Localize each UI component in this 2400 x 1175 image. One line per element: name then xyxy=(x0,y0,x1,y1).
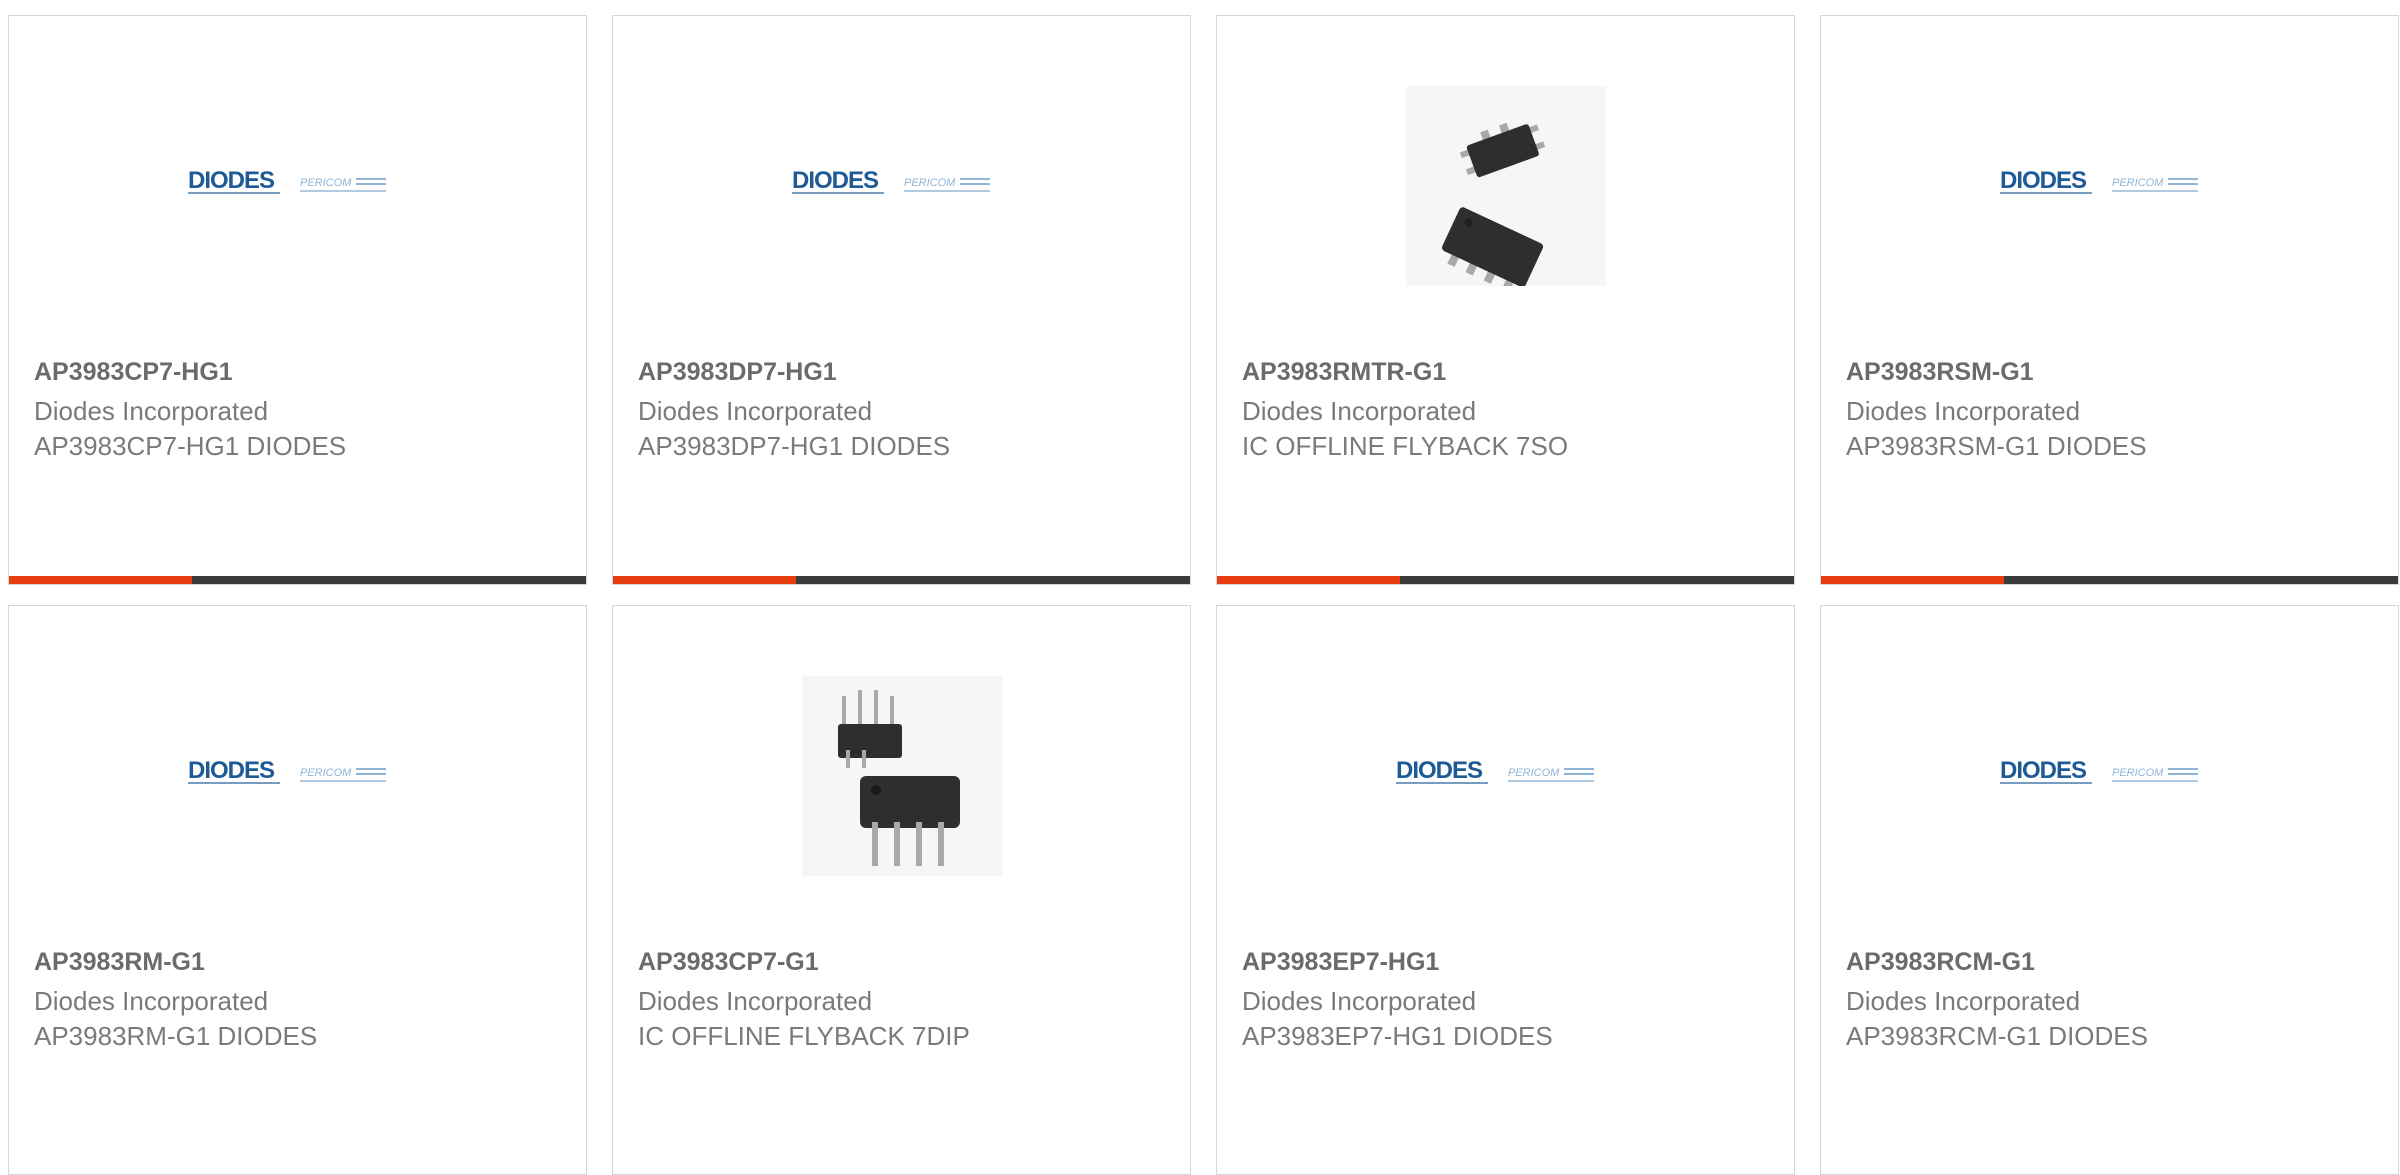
product-description: AP3983RCM-G1 DIODES xyxy=(1846,1021,2148,1051)
card-accent-bar-fill xyxy=(1821,576,2004,584)
product-image[interactable] xyxy=(1217,16,1794,356)
product-image[interactable]: DIODES PERICOM xyxy=(1821,606,2398,946)
product-card[interactable]: DIODES PERICOM AP3983DP7-HG1 Diodes Inco… xyxy=(612,15,1191,585)
part-number[interactable]: AP3983RSM-G1 xyxy=(1846,358,2034,387)
product-card[interactable]: DIODES PERICOM AP3983CP7-HG1 Diodes Inco… xyxy=(8,15,587,585)
manufacturer-name: Diodes Incorporated xyxy=(638,986,873,1016)
svg-text:PERICOM: PERICOM xyxy=(1508,767,1560,779)
card-accent-bar-fill xyxy=(613,576,796,584)
product-image[interactable] xyxy=(613,606,1190,946)
product-card[interactable]: AP3983CP7-G1 Diodes Incorporated IC OFFL… xyxy=(612,605,1191,1175)
product-description: AP3983RSM-G1 DIODES xyxy=(1846,431,2147,461)
product-description: AP3983CP7-HG1 DIODES xyxy=(34,431,347,461)
product-card[interactable]: AP3983RMTR-G1 Diodes Incorporated IC OFF… xyxy=(1216,15,1795,585)
product-description: AP3983RM-G1 DIODES xyxy=(34,1021,318,1051)
svg-text:PERICOM: PERICOM xyxy=(300,177,352,189)
diodes-logo-icon: DIODES PERICOM xyxy=(1999,757,2198,784)
manufacturer-name: Diodes Incorporated xyxy=(34,986,269,1016)
card-accent-bar-fill xyxy=(1217,576,1400,584)
product-card[interactable]: DIODES PERICOM AP3983EP7-HG1 Diodes Inco… xyxy=(1216,605,1795,1175)
svg-text:DIODES: DIODES xyxy=(188,167,275,194)
diodes-logo-icon: DIODES PERICOM xyxy=(187,167,386,194)
part-number[interactable]: AP3983RMTR-G1 xyxy=(1242,358,1446,387)
manufacturer-name: Diodes Incorporated xyxy=(1846,396,2081,426)
manufacturer-name: Diodes Incorporated xyxy=(34,396,269,426)
product-image[interactable]: DIODES PERICOM xyxy=(613,16,1190,356)
card-accent-bar xyxy=(613,576,1190,584)
svg-text:DIODES: DIODES xyxy=(2000,167,2087,194)
svg-text:DIODES: DIODES xyxy=(2000,757,2087,784)
product-card[interactable]: DIODES PERICOM AP3983RM-G1 Diodes Incorp… xyxy=(8,605,587,1175)
svg-text:DIODES: DIODES xyxy=(1396,757,1483,784)
svg-text:PERICOM: PERICOM xyxy=(904,177,956,189)
svg-text:DIODES: DIODES xyxy=(792,167,879,194)
product-description: IC OFFLINE FLYBACK 7DIP xyxy=(638,1021,970,1051)
diodes-logo-icon: DIODES PERICOM xyxy=(1999,167,2198,194)
product-image[interactable]: DIODES PERICOM xyxy=(1821,16,2398,356)
diodes-logo-icon: DIODES PERICOM xyxy=(187,757,386,784)
part-number[interactable]: AP3983RCM-G1 xyxy=(1846,948,2035,977)
manufacturer-name: Diodes Incorporated xyxy=(1846,986,2081,1016)
svg-text:PERICOM: PERICOM xyxy=(2112,177,2164,189)
part-number[interactable]: AP3983CP7-HG1 xyxy=(34,358,233,387)
part-number[interactable]: AP3983RM-G1 xyxy=(34,948,205,977)
product-image[interactable]: DIODES PERICOM xyxy=(9,606,586,946)
svg-text:PERICOM: PERICOM xyxy=(300,767,352,779)
dip-package-icon xyxy=(801,676,1002,876)
svg-text:DIODES: DIODES xyxy=(188,757,275,784)
svg-text:PERICOM: PERICOM xyxy=(2112,767,2164,779)
product-image[interactable]: DIODES PERICOM xyxy=(1217,606,1794,946)
part-number[interactable]: AP3983CP7-G1 xyxy=(638,948,819,977)
card-accent-bar xyxy=(1821,576,2398,584)
product-description: IC OFFLINE FLYBACK 7SO xyxy=(1242,431,1569,461)
product-card[interactable]: DIODES PERICOM AP3983RCM-G1 Diodes Incor… xyxy=(1820,605,2399,1175)
manufacturer-name: Diodes Incorporated xyxy=(1242,396,1477,426)
diodes-logo-icon: DIODES PERICOM xyxy=(791,167,990,194)
product-grid: DIODES PERICOM AP3983CP7-HG1 Diodes Inco… xyxy=(8,15,2399,1175)
manufacturer-name: Diodes Incorporated xyxy=(638,396,873,426)
part-number[interactable]: AP3983EP7-HG1 xyxy=(1242,948,1439,977)
card-accent-bar-fill xyxy=(9,576,192,584)
soic-package-icon xyxy=(1405,86,1606,286)
card-accent-bar xyxy=(9,576,586,584)
product-card[interactable]: DIODES PERICOM AP3983RSM-G1 Diodes Incor… xyxy=(1820,15,2399,585)
manufacturer-name: Diodes Incorporated xyxy=(1242,986,1477,1016)
card-accent-bar xyxy=(1217,576,1794,584)
part-number[interactable]: AP3983DP7-HG1 xyxy=(638,358,837,387)
product-image[interactable]: DIODES PERICOM xyxy=(9,16,586,356)
product-description: AP3983EP7-HG1 DIODES xyxy=(1242,1021,1553,1051)
product-description: AP3983DP7-HG1 DIODES xyxy=(638,431,951,461)
diodes-logo-icon: DIODES PERICOM xyxy=(1395,757,1594,784)
